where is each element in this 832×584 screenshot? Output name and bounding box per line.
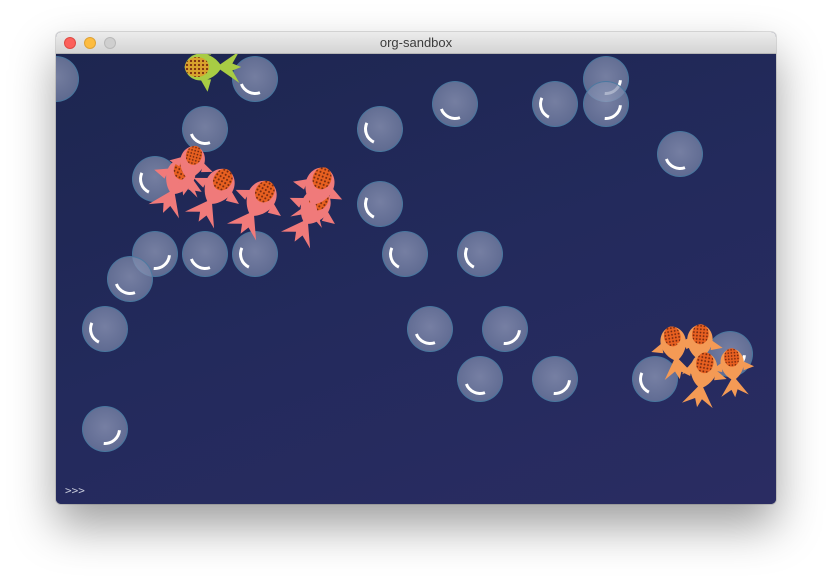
bubble (82, 406, 128, 452)
bubble (382, 231, 428, 277)
green-fish (184, 54, 242, 92)
app-window: org-sandbox >>> (56, 32, 776, 504)
bubble (482, 306, 528, 352)
bubble (107, 256, 153, 302)
bubble (82, 306, 128, 352)
bubble (182, 231, 228, 277)
bubble (357, 106, 403, 152)
bubble (583, 81, 629, 127)
bubble (457, 231, 503, 277)
title-bar[interactable]: org-sandbox (56, 32, 776, 54)
bubble (56, 56, 79, 102)
sandbox-canvas[interactable]: >>> (56, 54, 776, 504)
bubble (432, 81, 478, 127)
red-fish (161, 140, 219, 202)
red-fish (280, 158, 351, 233)
bubble (407, 306, 453, 352)
console-prompt[interactable]: >>> (65, 484, 85, 497)
bubble (532, 356, 578, 402)
red-fish (217, 168, 294, 247)
window-title: org-sandbox (379, 35, 453, 50)
orange-fish (673, 348, 731, 412)
bubble (532, 81, 578, 127)
bubble (457, 356, 503, 402)
bubble (357, 181, 403, 227)
